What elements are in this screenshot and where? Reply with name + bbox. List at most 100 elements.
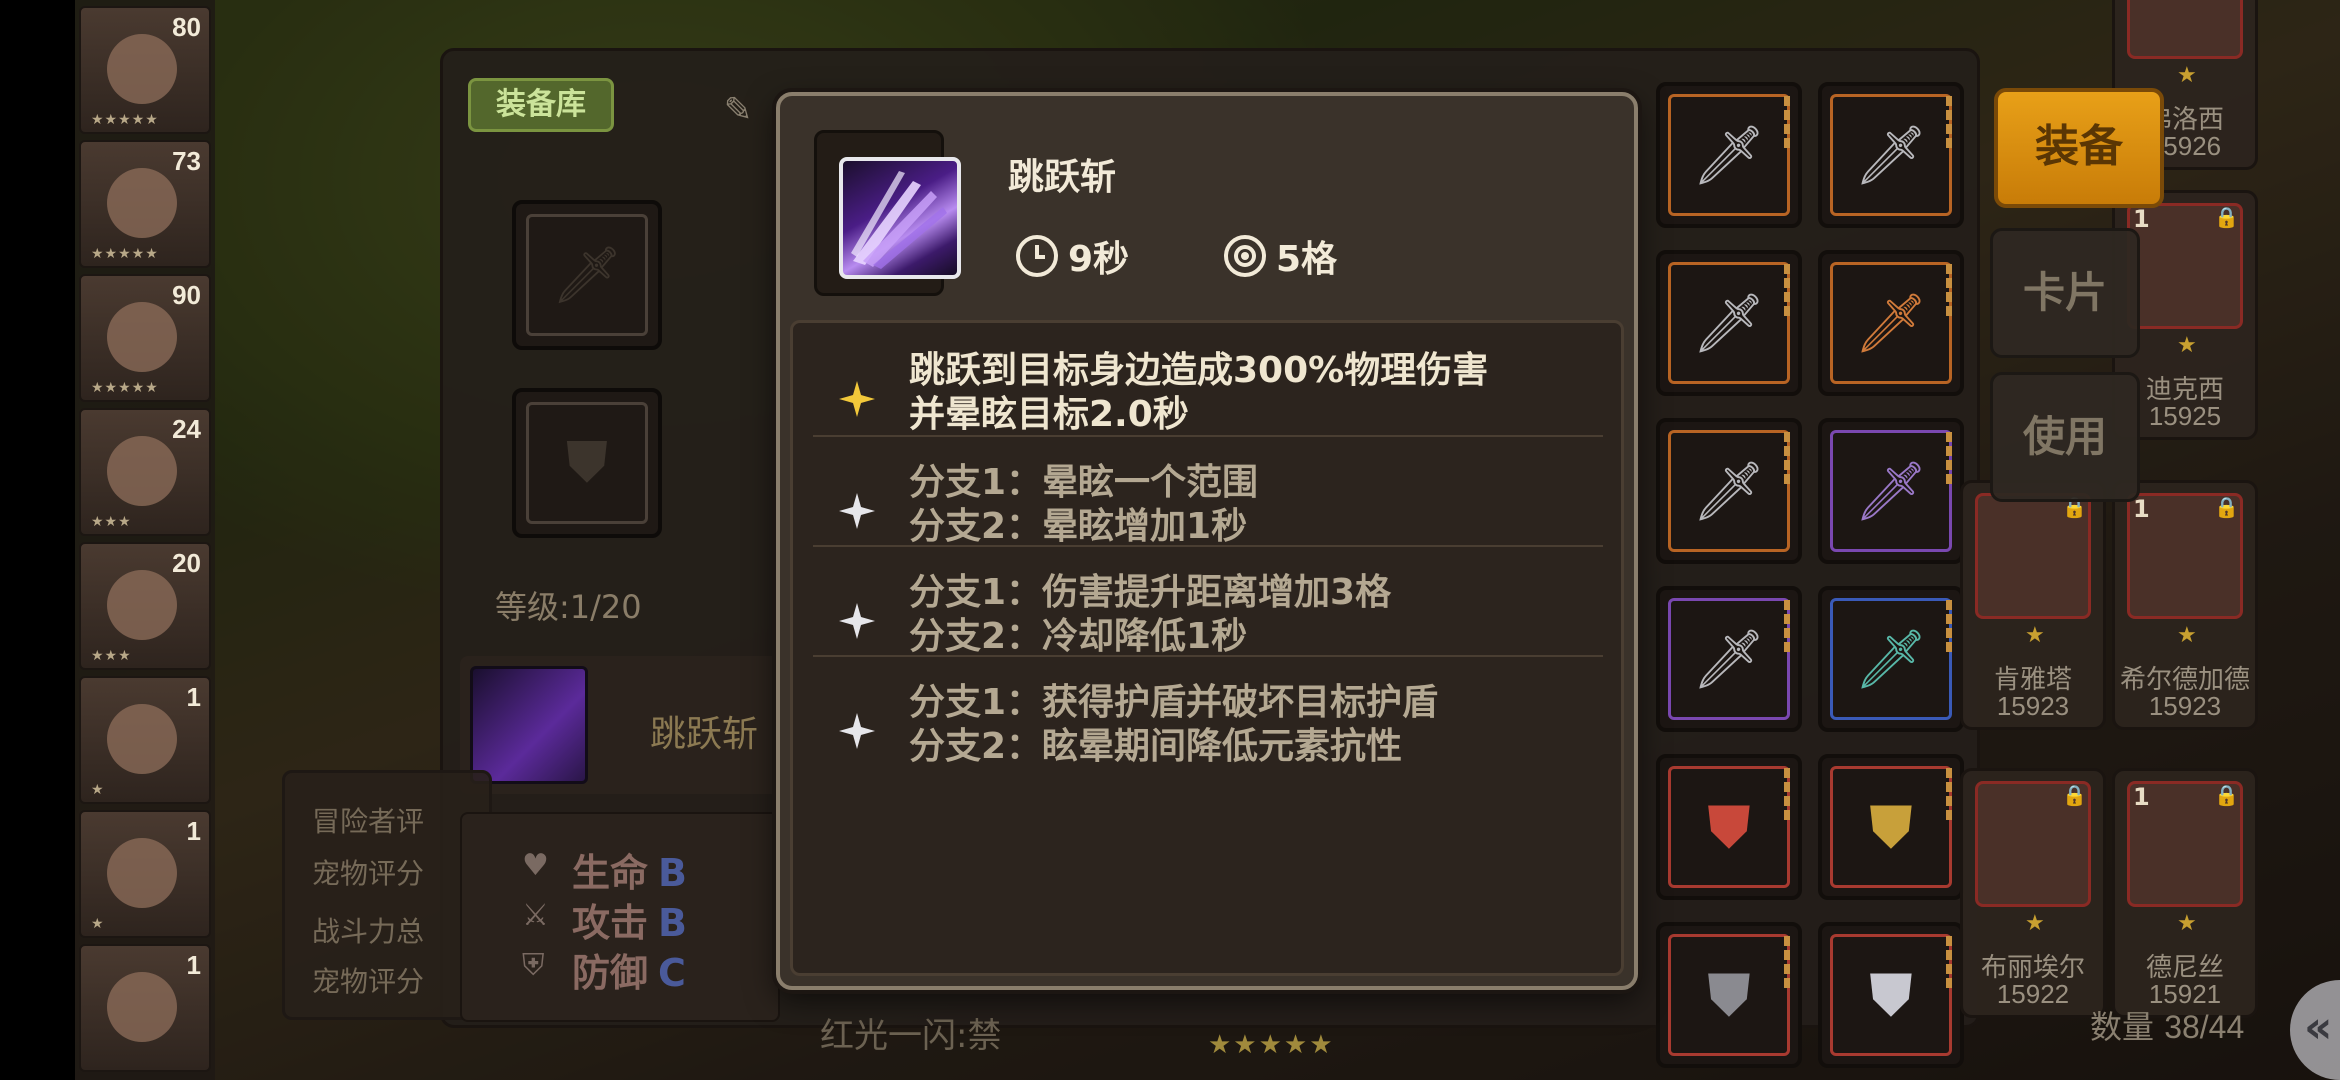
hero-slot[interactable]: 1 — [79, 944, 211, 1072]
hero-slot[interactable]: 1 ★ — [79, 810, 211, 938]
target-icon — [1224, 235, 1266, 277]
sword-icon: 🗡 — [1854, 120, 1928, 189]
equip-button[interactable]: 装备 — [1994, 88, 2164, 208]
level-text: 等级:1/20 — [495, 588, 642, 626]
hero-level: 1 — [186, 682, 201, 712]
skill-name: 跳跃斩 — [650, 714, 759, 755]
weapon-slot[interactable]: 🗡 — [512, 200, 662, 350]
hero-level: 80 — [172, 12, 201, 42]
companion-count: 1 — [2133, 783, 2150, 811]
skill-icon-frame — [814, 130, 961, 296]
stat-hp: 生命 B — [572, 851, 687, 895]
hero-list: 80 ★★★★★ 73 ★★★★★ 90 ★★★★★ 24 ★★★ 20 ★★★… — [75, 0, 215, 1080]
cards-button[interactable]: 卡片 — [1990, 228, 2140, 358]
silver-star-icon — [839, 493, 875, 529]
sword-icon: 🗡 — [1854, 624, 1928, 693]
armor-icon: ⛊ — [1707, 960, 1751, 1029]
sword-icon: 🗡 — [1692, 456, 1766, 525]
hero-portrait — [107, 570, 177, 640]
item-cell[interactable]: ⛊ — [1656, 754, 1802, 900]
hero-slot[interactable]: 80 ★★★★★ — [79, 6, 211, 134]
hero-slot[interactable]: 90 ★★★★★ — [79, 274, 211, 402]
skill-description: 跳跃到目标身边造成300%物理伤害 并晕眩目标2.0秒 分支1：晕眩一个范围 分… — [790, 320, 1624, 976]
item-cell[interactable]: ⛊ — [1656, 922, 1802, 1068]
cooldown-stat: 9秒 — [1016, 230, 1129, 282]
branch-set-2: 分支1：伤害提升距离增加3格 分支2：冷却降低1秒 — [813, 563, 1603, 683]
item-count: 数量 38/44 — [2090, 1009, 2245, 1045]
item-cell[interactable]: 🗡 — [1818, 82, 1964, 228]
branch-line: 分支2：晕眩增加1秒 — [909, 506, 1248, 547]
lock-icon: 🔒 — [2062, 783, 2087, 807]
hero-level: 73 — [172, 146, 201, 176]
range-value: 5格 — [1276, 239, 1338, 280]
lock-icon: 🔒 — [2214, 495, 2239, 519]
divider — [813, 545, 1603, 547]
hero-level: 90 — [172, 280, 201, 310]
hero-slot[interactable]: 24 ★★★ — [79, 408, 211, 536]
divider — [813, 435, 1603, 437]
hero-stars: ★★★★★ — [91, 112, 159, 128]
companion-card[interactable]: 1 🔒 ★ 希尔德加德 15923 — [2112, 480, 2258, 730]
skill-title: 跳跃斩 — [1008, 157, 1117, 198]
rarity-stars: ★★★★★ — [1208, 1030, 1335, 1060]
hero-stars: ★ — [91, 782, 105, 798]
sword-icon: 🗡 — [1692, 288, 1766, 357]
companion-card[interactable]: 🔒 ★ 布丽埃尔 15922 — [1960, 768, 2106, 1018]
item-cell[interactable]: 🗡 — [1656, 250, 1802, 396]
hero-stars: ★★★ — [91, 648, 132, 664]
clock-icon — [1016, 235, 1058, 277]
eval-line: 战斗力总 — [312, 915, 425, 948]
equipment-library-tab[interactable]: 装备库 — [468, 78, 614, 132]
use-button[interactable]: 使用 — [1990, 372, 2140, 502]
hero-stars: ★★★ — [91, 514, 132, 530]
branch-set-1: 分支1：晕眩一个范围 分支2：晕眩增加1秒 — [813, 453, 1603, 573]
hero-stars: ★ — [91, 916, 105, 932]
bottom-skill-text: 红光一闪:禁 — [820, 1016, 1002, 1056]
game-screen: 80 ★★★★★ 73 ★★★★★ 90 ★★★★★ 24 ★★★ 20 ★★★… — [0, 0, 2340, 1080]
armor-icon: ⛊ — [566, 430, 608, 495]
gold-star-icon — [839, 381, 875, 417]
hero-slot[interactable]: 73 ★★★★★ — [79, 140, 211, 268]
hero-portrait — [107, 34, 177, 104]
hero-level: 20 — [172, 548, 201, 578]
silver-star-icon — [839, 603, 875, 639]
sword-icon: 🗡 — [551, 243, 623, 308]
item-cell[interactable]: ⛊ — [1818, 754, 1964, 900]
hero-stars: ★★★★★ — [91, 246, 159, 262]
hero-level: 1 — [186, 816, 201, 846]
branch-line: 分支2：冷却降低1秒 — [909, 616, 1248, 657]
item-cell[interactable]: 🗡 — [1656, 82, 1802, 228]
item-cell[interactable]: 🗡 — [1656, 418, 1802, 564]
edit-icon[interactable]: ✎ — [718, 90, 758, 130]
item-cell[interactable]: ⛊ — [1818, 922, 1964, 1068]
skill-tooltip: 跳跃斩 9秒 5格 跳跃到目标身边造成300%物理伤害 并晕眩目标2.0秒 分支… — [776, 92, 1638, 990]
hero-portrait — [107, 302, 177, 372]
item-cell[interactable]: 🗡 — [1656, 586, 1802, 732]
branch-set-3: 分支1：获得护盾并破坏目标护盾 分支2：眩晕期间降低元素抗性 — [813, 673, 1603, 793]
hero-slot[interactable]: 1 ★ — [79, 676, 211, 804]
companion-card[interactable]: 🔒 ★ 肯雅塔 15923 — [1960, 480, 2106, 730]
eval-line: 宠物评分 — [312, 857, 425, 890]
item-cell[interactable]: 🗡 — [1818, 586, 1964, 732]
item-cell[interactable]: 🗡 — [1818, 250, 1964, 396]
jump-slash-icon — [839, 157, 961, 279]
hero-portrait — [107, 436, 177, 506]
cooldown-value: 9秒 — [1068, 239, 1130, 280]
hero-slot[interactable]: 20 ★★★ — [79, 542, 211, 670]
lock-icon: 🔒 — [2214, 783, 2239, 807]
sword-icon: 🗡 — [1692, 624, 1766, 693]
companion-score: 15923 — [1996, 691, 2070, 721]
branch-line: 分支2：眩晕期间降低元素抗性 — [909, 726, 1403, 767]
range-stat: 5格 — [1224, 230, 1337, 282]
hero-level: 24 — [172, 414, 201, 444]
sword-icon: ⚔ — [522, 898, 549, 933]
hero-portrait — [107, 704, 177, 774]
eval-line: 宠物评分 — [312, 965, 425, 998]
sword-icon: 🗡 — [1692, 120, 1766, 189]
companion-card[interactable]: 1 🔒 ★ 德尼丝 15921 — [2112, 768, 2258, 1018]
armor-slot[interactable]: ⛊ — [512, 388, 662, 538]
shield-icon: ⛨ — [522, 948, 545, 983]
eval-line: 冒险者评 — [312, 805, 425, 838]
chevron-left-icon: « — [2304, 1002, 2333, 1053]
item-cell[interactable]: 🗡 — [1818, 418, 1964, 564]
